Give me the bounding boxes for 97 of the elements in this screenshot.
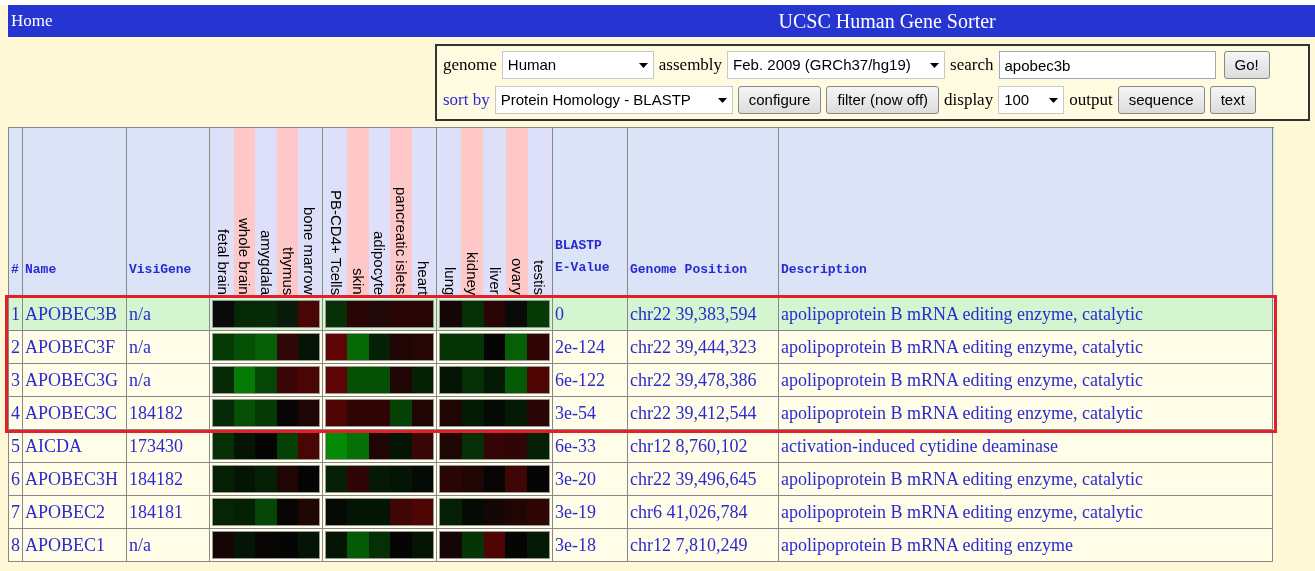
gene-link[interactable]: APOBEC2 xyxy=(25,498,105,526)
genome-select[interactable]: Human xyxy=(501,51,654,79)
genome-label: genome xyxy=(443,54,497,77)
gene-link[interactable]: APOBEC3B xyxy=(25,300,118,328)
gene-link[interactable]: APOBEC3C xyxy=(25,399,118,427)
tissue-label: liver xyxy=(485,267,505,295)
tissue-label: PB-CD4+ Tcells xyxy=(326,189,346,295)
gene-link[interactable]: APOBEC3G xyxy=(25,366,118,394)
genome-position-link[interactable]: chr12 8,760,102 xyxy=(630,432,748,460)
row-number: 2 xyxy=(11,335,20,359)
description: apolipoprotein B mRNA editing enzyme xyxy=(781,533,1073,557)
e-value: 6e-33 xyxy=(555,434,596,458)
form-button[interactable]: configure xyxy=(737,86,822,114)
visigene-id: 184182 xyxy=(129,401,183,425)
e-value: 3e-18 xyxy=(555,533,596,557)
search-label: search xyxy=(950,54,994,77)
table-row[interactable]: 8 APOBEC1 n/a 3e-18 chr12 7,810,249 apolipoprotein B mRNA editing enzyme xyxy=(8,529,1274,562)
visigene-id: 184182 xyxy=(129,467,183,491)
table-row[interactable]: 7 APOBEC2 184181 3e-19 chr6 41,026,784 apolipoprotein B mRNA editing enzyme, catalytic xyxy=(8,496,1274,529)
column-header[interactable]: Genome Position xyxy=(630,259,748,279)
tissue-label: amygdala xyxy=(257,229,276,295)
table-row[interactable]: 1 APOBEC3B n/a 0 chr22 39,383,594 apolipoprotein B mRNA editing enzyme, catalytic xyxy=(8,298,1274,331)
description: apolipoprotein B mRNA editing enzyme, catalytic xyxy=(781,368,1143,392)
caret-icon xyxy=(1049,97,1059,103)
table-row[interactable]: 4 APOBEC3C 184182 3e-54 chr22 39,412,544 apolipoprotein B mRNA editing enzyme, catalytic xyxy=(8,397,1274,430)
tissue-label: kidney xyxy=(463,251,483,295)
genome-position-link[interactable]: chr12 7,810,249 xyxy=(630,531,748,559)
genome-position-link[interactable]: chr22 39,383,594 xyxy=(630,300,757,328)
caret-icon xyxy=(930,62,940,68)
table-row[interactable]: 2 APOBEC3F n/a 2e-124 chr22 39,444,323 apolipoprotein B mRNA editing enzyme, catalytic xyxy=(8,331,1274,364)
column-header[interactable]: VisiGene xyxy=(129,259,192,279)
assembly-select[interactable]: Feb. 2009 (GRCh37/hg19) xyxy=(727,51,946,79)
column-header[interactable]: # xyxy=(11,259,19,279)
row-number: 4 xyxy=(11,401,20,425)
description: apolipoprotein B mRNA editing enzyme, catalytic xyxy=(781,335,1143,359)
tissue-label: skin xyxy=(348,268,368,295)
genome-position-link[interactable]: chr22 39,478,386 xyxy=(630,366,757,394)
e-value: 3e-20 xyxy=(555,467,596,491)
column-header[interactable]: Description xyxy=(781,259,867,279)
genome-position-link[interactable]: chr6 41,026,784 xyxy=(630,498,748,526)
tissue-label: lung xyxy=(441,266,461,295)
display-select[interactable]: 100 xyxy=(998,86,1065,114)
visigene-id: 184181 xyxy=(129,500,183,524)
row-number: 8 xyxy=(11,533,20,557)
tissue-label: heart xyxy=(414,260,434,295)
row-number: 1 xyxy=(11,302,20,326)
tissue-label: pancreatic islets xyxy=(392,187,412,295)
column-header[interactable]: BLASTP E-Value xyxy=(555,235,610,279)
tissue-label: adipocyte xyxy=(370,230,390,295)
column-header[interactable]: Name xyxy=(25,259,57,279)
description: apolipoprotein B mRNA editing enzyme, catalytic xyxy=(781,467,1143,491)
gene-link[interactable]: APOBEC1 xyxy=(25,531,105,559)
description: apolipoprotein B mRNA editing enzyme, catalytic xyxy=(781,401,1143,425)
tissue-label: fetal brain xyxy=(213,229,233,295)
genome-position-link[interactable]: chr22 39,496,645 xyxy=(630,465,757,493)
home-link[interactable]: Home xyxy=(11,8,53,34)
table-row[interactable]: 3 APOBEC3G n/a 6e-122 chr22 39,478,386 apolipoprotein B mRNA editing enzyme, catalytic xyxy=(8,364,1274,397)
tissue-label: ovary xyxy=(507,258,527,295)
description: apolipoprotein B mRNA editing enzyme, catalytic xyxy=(781,302,1143,326)
output-label: output xyxy=(1069,89,1113,112)
assembly-label: assembly xyxy=(658,54,723,77)
caret-icon xyxy=(638,62,648,68)
tissue-label: thymus xyxy=(278,246,298,295)
tissue-label: whole brain xyxy=(235,218,255,295)
tissue-label: testis xyxy=(529,260,549,295)
form-button[interactable]: text xyxy=(1209,86,1256,114)
visigene-id: n/a xyxy=(129,302,151,326)
visigene-id: n/a xyxy=(129,335,151,359)
visigene-id: n/a xyxy=(129,533,151,557)
search-field[interactable]: apobec3b xyxy=(998,51,1216,79)
visigene-id: 173430 xyxy=(129,434,183,458)
genome-position-link[interactable]: chr22 39,444,323 xyxy=(630,333,757,361)
e-value: 2e-124 xyxy=(555,335,605,359)
page-title: UCSC Human Gene Sorter xyxy=(778,9,996,34)
sort-by-select[interactable]: Protein Homology - BLASTP xyxy=(494,86,733,114)
form-button[interactable]: Go! xyxy=(1223,51,1270,79)
description: apolipoprotein B mRNA editing enzyme, catalytic xyxy=(781,500,1143,524)
description: activation-induced cytidine deaminase xyxy=(781,434,1058,458)
row-number: 3 xyxy=(11,368,20,392)
genome-position-link[interactable]: chr22 39,412,544 xyxy=(630,399,757,427)
gene-link[interactable]: APOBEC3H xyxy=(25,465,118,493)
form-button[interactable]: filter (now off) xyxy=(826,86,940,114)
row-number: 7 xyxy=(11,500,20,524)
visigene-id: n/a xyxy=(129,368,151,392)
gene-link[interactable]: AICDA xyxy=(25,432,82,460)
gene-link[interactable]: APOBEC3F xyxy=(25,333,116,361)
e-value: 6e-122 xyxy=(555,368,605,392)
table-row[interactable]: 6 APOBEC3H 184182 3e-20 chr22 39,496,645 apolipoprotein B mRNA editing enzyme, catalytic xyxy=(8,463,1274,496)
tissue-label: bone marrow xyxy=(300,207,320,295)
display-label: display xyxy=(944,89,994,112)
row-number: 6 xyxy=(11,467,20,491)
row-number: 5 xyxy=(11,434,20,458)
e-value: 0 xyxy=(555,302,564,326)
caret-icon xyxy=(717,97,727,103)
e-value: 3e-19 xyxy=(555,500,596,524)
form-button[interactable]: sequence xyxy=(1117,86,1205,114)
e-value: 3e-54 xyxy=(555,401,596,425)
